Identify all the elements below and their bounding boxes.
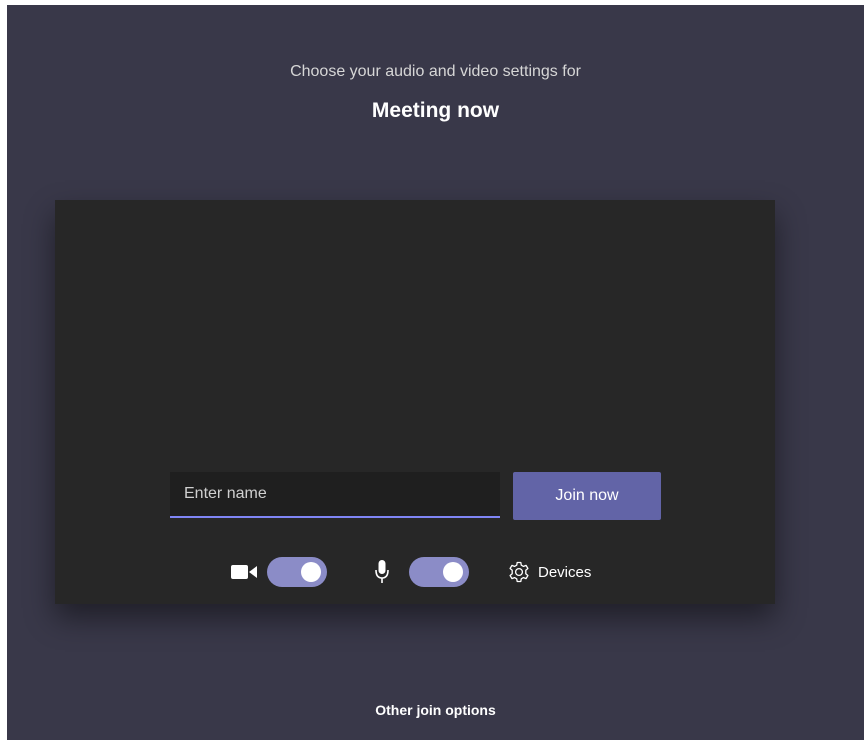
join-now-button[interactable]: Join now	[513, 472, 661, 520]
video-camera-icon	[231, 565, 257, 579]
other-join-options-link[interactable]: Other join options	[7, 702, 864, 718]
settings-subtitle: Choose your audio and video settings for	[290, 63, 581, 80]
camera-toggle-knob	[301, 562, 321, 582]
microphone-toggle[interactable]	[409, 557, 469, 587]
camera-toggle[interactable]	[267, 557, 327, 587]
meeting-title: Meeting now	[371, 99, 500, 122]
devices-button[interactable]: Devices	[508, 559, 591, 585]
microphone-icon	[375, 560, 389, 583]
devices-label: Devices	[538, 563, 592, 581]
video-preview-panel: Join now	[55, 200, 775, 604]
media-controls: Devices	[55, 557, 775, 587]
gear-icon	[509, 561, 529, 583]
microphone-toggle-knob	[443, 562, 463, 582]
pre-join-screen: Choose your audio and video settings for…	[7, 5, 864, 740]
name-input[interactable]	[170, 472, 500, 518]
